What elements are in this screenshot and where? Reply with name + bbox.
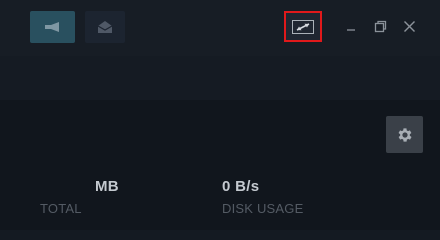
close-icon	[403, 20, 415, 32]
disk-usage-label: DISK USAGE	[222, 201, 304, 216]
megaphone-icon	[44, 22, 59, 32]
restore-button[interactable]	[371, 16, 389, 36]
big-picture-mode-button[interactable]	[284, 11, 322, 42]
restore-icon	[374, 20, 386, 32]
expand-arrows-icon	[292, 19, 314, 34]
notifications-button[interactable]	[85, 11, 125, 43]
download-settings-button[interactable]	[386, 116, 423, 153]
envelope-icon	[97, 21, 113, 33]
minimize-button[interactable]	[342, 16, 360, 36]
announcements-button[interactable]	[30, 11, 75, 43]
header-band	[0, 56, 440, 100]
close-button[interactable]	[400, 16, 418, 36]
minimize-icon	[347, 29, 355, 31]
gear-icon	[398, 127, 412, 142]
disk-usage-value: 0 B/s	[222, 178, 260, 195]
total-label: TOTAL	[40, 201, 82, 216]
total-value: MB	[95, 178, 119, 195]
